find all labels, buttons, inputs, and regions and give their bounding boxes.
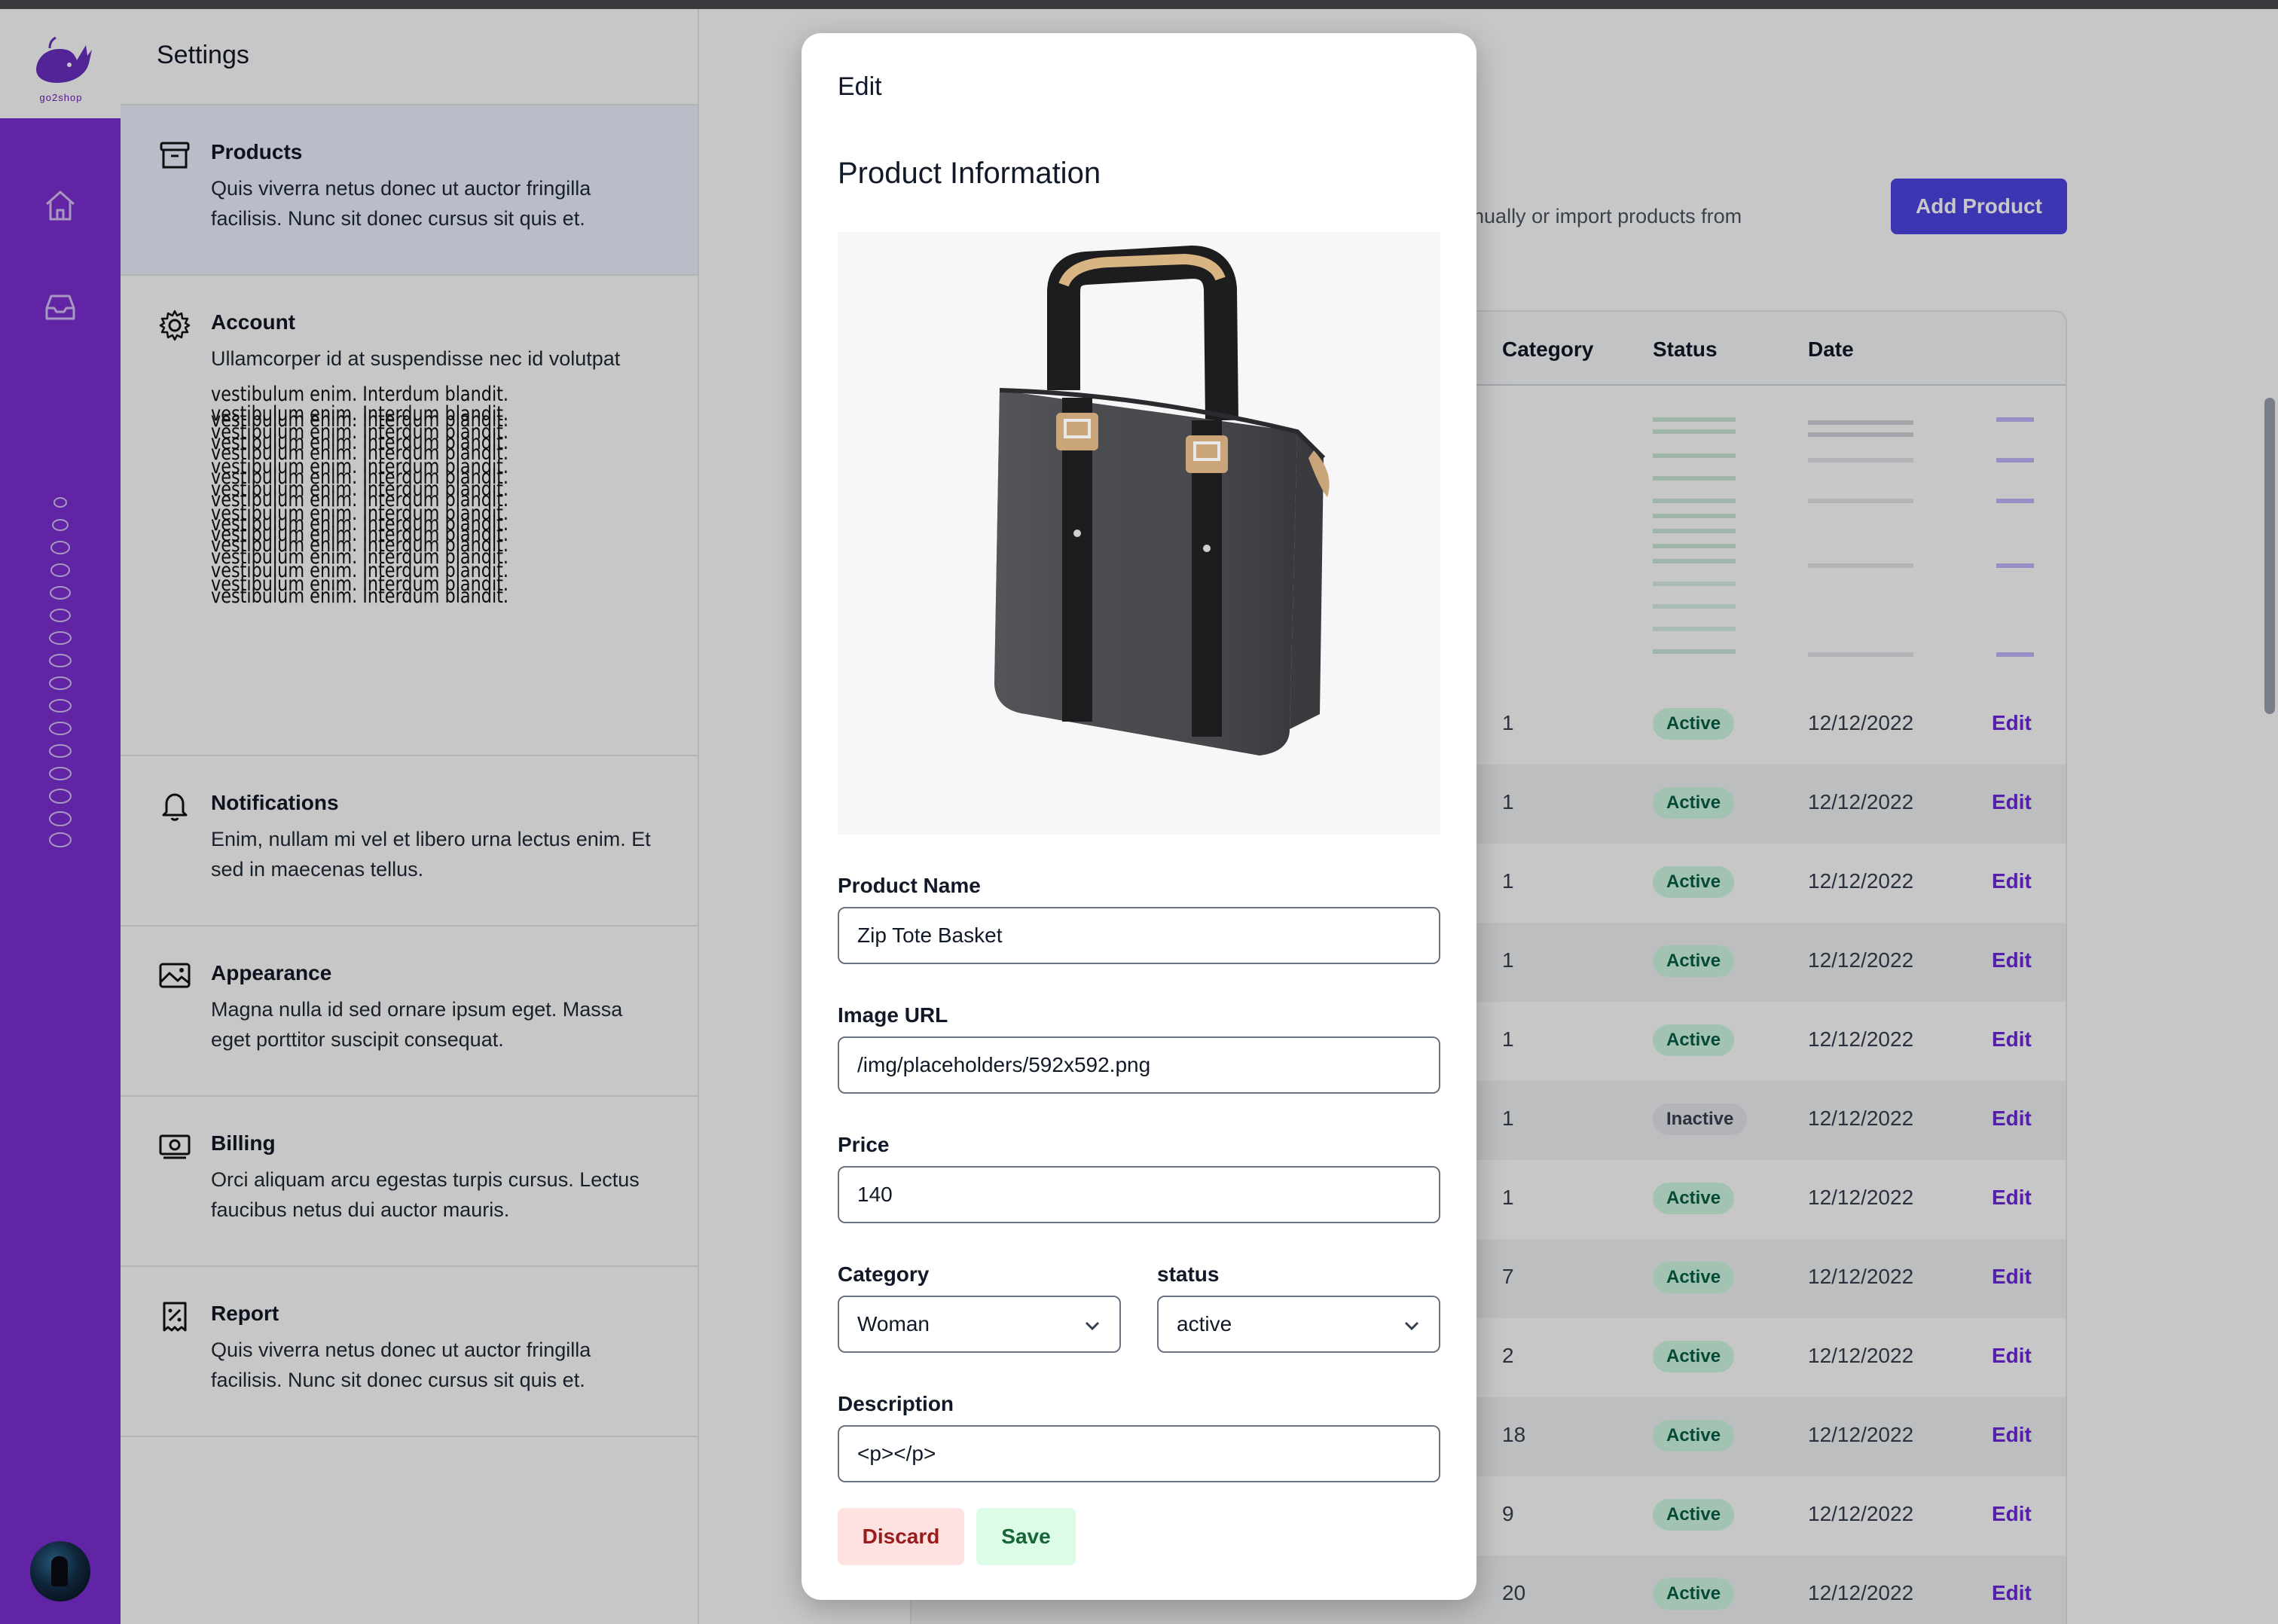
price-input[interactable] <box>838 1166 1440 1223</box>
window-top-bar <box>0 0 2278 9</box>
description-label: Description <box>838 1392 954 1415</box>
discard-button[interactable]: Discard <box>838 1508 964 1565</box>
chevron-down-icon <box>1085 1321 1100 1331</box>
category-select[interactable]: Woman <box>838 1296 1121 1353</box>
product-name-label: Product Name <box>838 874 981 897</box>
product-image <box>838 232 1440 835</box>
modal-title: Edit <box>838 72 882 101</box>
tote-bag-illustration <box>994 245 1330 756</box>
category-select-value: Woman <box>857 1312 930 1336</box>
status-select[interactable]: active <box>1157 1296 1440 1353</box>
image-url-label: Image URL <box>838 1003 948 1027</box>
section-heading: Product Information <box>838 157 1101 190</box>
product-name-input[interactable] <box>838 907 1440 964</box>
save-button[interactable]: Save <box>976 1508 1076 1565</box>
description-input[interactable] <box>838 1425 1440 1482</box>
price-label: Price <box>838 1133 890 1156</box>
chevron-down-icon <box>1404 1321 1419 1331</box>
image-url-input[interactable] <box>838 1036 1440 1094</box>
category-label: Category <box>838 1262 930 1286</box>
status-label: status <box>1157 1262 1220 1286</box>
status-select-value: active <box>1177 1312 1232 1336</box>
edit-product-modal: Edit Product Information Product Name Zi… <box>802 33 1476 1600</box>
